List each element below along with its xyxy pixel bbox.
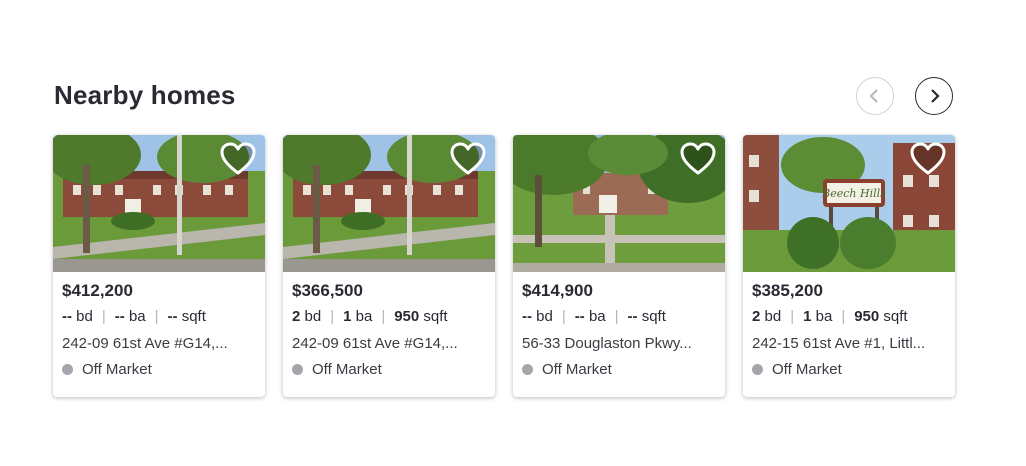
home-card[interactable]: $366,500 2 bd | 1 ba | 950 sqft 242-09 61st …: [283, 135, 495, 397]
sqft-value: --: [167, 308, 178, 325]
home-address[interactable]: 56-33 Douglaston Pkwy...: [522, 335, 714, 352]
divider: |: [381, 308, 386, 325]
divider: |: [841, 308, 846, 325]
divider: |: [614, 308, 619, 325]
home-status: Off Market: [62, 361, 152, 378]
home-card[interactable]: Beech Hills $385,200 2 bd | 1 ba | 950 sqft …: [743, 135, 955, 397]
sqft-unit: sqft: [883, 308, 908, 325]
carousel-next-button[interactable]: [915, 77, 953, 115]
sqft-value: 950: [854, 308, 880, 325]
sqft-unit: sqft: [641, 308, 666, 325]
home-stats: -- bd | -- ba | -- sqft: [62, 308, 206, 325]
beds-value: --: [62, 308, 72, 325]
beds-unit: bd: [304, 308, 322, 325]
home-price: $412,200: [62, 281, 133, 300]
baths-unit: ba: [355, 308, 373, 325]
home-status: Off Market: [522, 361, 612, 378]
status-label: Off Market: [312, 361, 382, 378]
home-price: $366,500: [292, 281, 363, 300]
baths-unit: ba: [128, 308, 146, 325]
beds-value: 2: [752, 308, 761, 325]
divider: |: [561, 308, 566, 325]
sqft-unit: sqft: [423, 308, 448, 325]
heart-outline-icon[interactable]: [680, 142, 716, 176]
home-stats: 2 bd | 1 ba | 950 sqft: [752, 308, 908, 325]
divider: |: [790, 308, 795, 325]
baths-unit: ba: [588, 308, 606, 325]
beds-unit: bd: [536, 308, 553, 325]
status-dot-icon: [752, 364, 763, 375]
sqft-value: --: [627, 308, 638, 325]
nearby-homes-section: Nearby homes $412,200 -- bd | -- ba | --…: [0, 0, 1026, 466]
chevron-right-icon: [931, 89, 940, 103]
divider: |: [101, 308, 106, 325]
home-card[interactable]: $414,900 -- bd | -- ba | -- sqft 56-33 Dougl…: [513, 135, 725, 397]
status-label: Off Market: [772, 361, 842, 378]
home-status: Off Market: [292, 361, 382, 378]
baths-value: --: [114, 308, 125, 325]
beds-value: --: [522, 308, 532, 325]
home-photo[interactable]: [53, 135, 265, 272]
home-address[interactable]: 242-15 61st Ave #1, Littl...: [752, 335, 944, 352]
home-card[interactable]: $412,200 -- bd | -- ba | -- sqft 242-09 61st…: [53, 135, 265, 397]
home-address[interactable]: 242-09 61st Ave #G14,...: [292, 335, 484, 352]
section-title: Nearby homes: [54, 80, 236, 110]
heart-outline-icon[interactable]: [220, 142, 256, 176]
status-label: Off Market: [542, 361, 612, 378]
home-stats: -- bd | -- ba | -- sqft: [522, 308, 666, 325]
status-dot-icon: [62, 364, 73, 375]
chevron-left-icon: [869, 89, 878, 103]
baths-value: 1: [803, 308, 812, 325]
divider: |: [154, 308, 159, 325]
home-status: Off Market: [752, 361, 842, 378]
divider: |: [330, 308, 335, 325]
home-photo[interactable]: [283, 135, 495, 272]
sign-text: Beech Hills: [821, 187, 886, 200]
carousel-prev-button[interactable]: [856, 77, 894, 115]
sqft-unit: sqft: [181, 308, 206, 325]
sqft-value: 950: [394, 308, 420, 325]
home-stats: 2 bd | 1 ba | 950 sqft: [292, 308, 448, 325]
heart-outline-icon[interactable]: [450, 142, 486, 176]
status-label: Off Market: [82, 361, 152, 378]
home-price: $414,900: [522, 281, 593, 300]
baths-value: --: [574, 308, 585, 325]
heart-outline-icon[interactable]: [910, 142, 946, 176]
home-address[interactable]: 242-09 61st Ave #G14,...: [62, 335, 254, 352]
baths-value: 1: [343, 308, 352, 325]
home-photo[interactable]: Beech Hills: [743, 135, 955, 272]
home-price: $385,200: [752, 281, 823, 300]
baths-unit: ba: [815, 308, 833, 325]
status-dot-icon: [292, 364, 303, 375]
beds-unit: bd: [764, 308, 782, 325]
status-dot-icon: [522, 364, 533, 375]
home-photo[interactable]: [513, 135, 725, 272]
beds-unit: bd: [76, 308, 93, 325]
beds-value: 2: [292, 308, 301, 325]
